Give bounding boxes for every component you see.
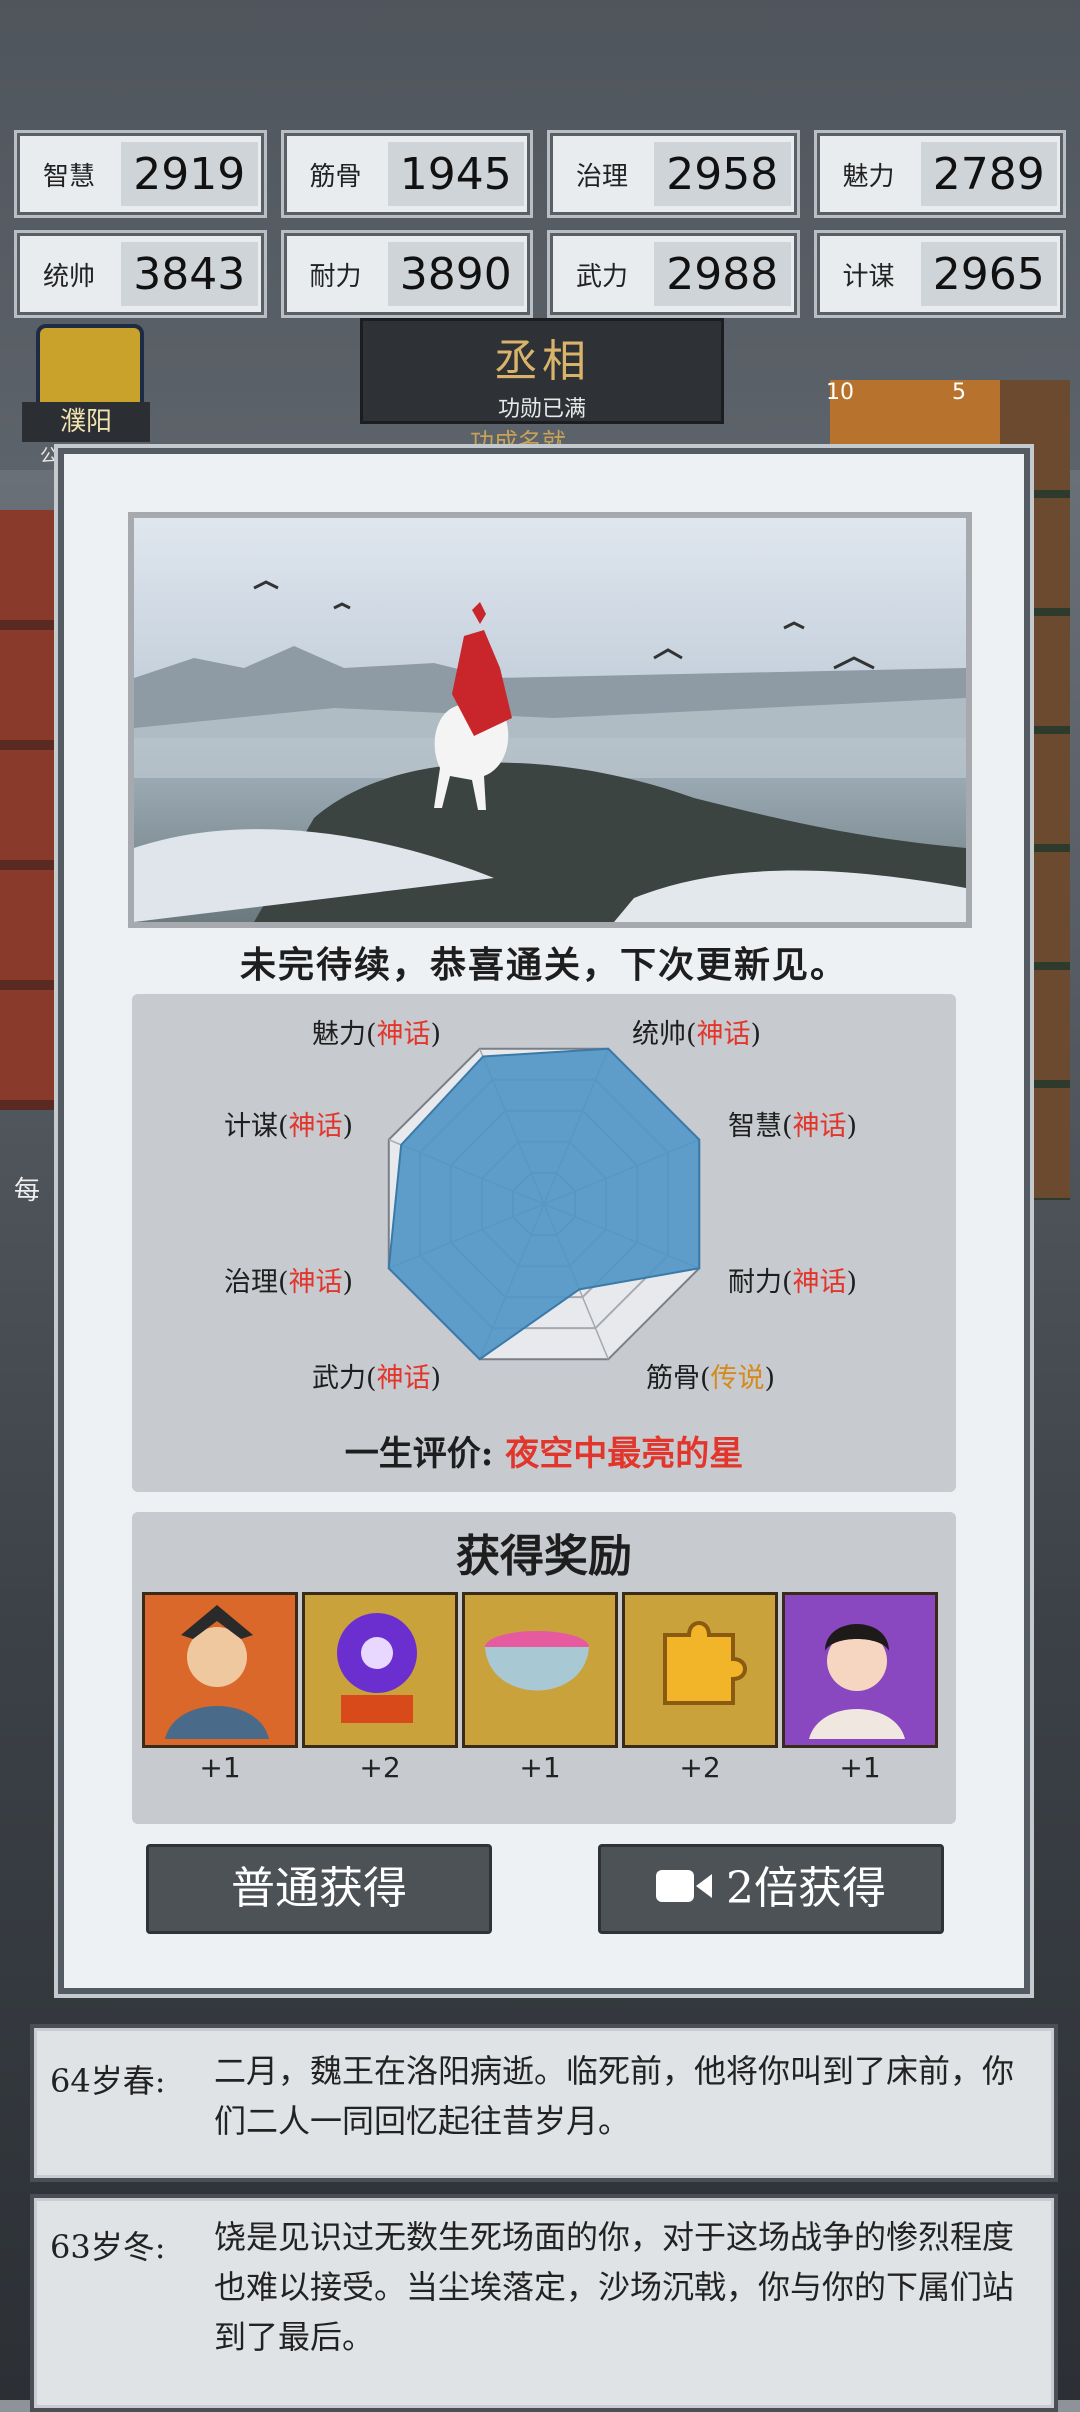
portrait-level: 5	[952, 380, 966, 405]
reward-count: +1	[519, 1751, 561, 1784]
stat-value: 1945	[387, 142, 524, 206]
life-verdict: 一生评价: 夜空中最亮的星	[344, 1434, 744, 1474]
axis-label: 统帅(神话)	[632, 1019, 762, 1050]
rank-title: 丞相	[494, 336, 590, 387]
reward-porcelain-bowl-icon[interactable]: +1	[462, 1592, 618, 1784]
axis-label: 筋骨(传说)	[646, 1363, 776, 1394]
log-age: 63岁冬:	[50, 2228, 166, 2266]
axis-label: 武力(神话)	[312, 1363, 442, 1394]
axis-label: 魅力(神话)	[312, 1019, 442, 1050]
rewards-title: 获得奖励	[456, 1531, 632, 1582]
stat-value: 3843	[121, 242, 258, 306]
reward-puzzle-piece-icon[interactable]: +2	[622, 1592, 778, 1784]
stat-label: 耐力	[309, 261, 362, 292]
stat-label: 统帅	[42, 261, 95, 292]
reward-count: +2	[359, 1751, 401, 1784]
stat-grid: 智慧 2919 筋骨 1945 治理 2958 魅力 2789 统帅 3843 耐力 389…	[14, 130, 1066, 318]
portrait-level: 10	[826, 380, 854, 405]
reward-count: +1	[199, 1751, 241, 1784]
city-name: 濮阳	[22, 402, 150, 442]
log-entry: 64岁春: 二月，魏王在洛阳病逝。临死前，他将你叫到了床前，你们二人一同回忆起往…	[30, 2024, 1058, 2182]
stat-label: 魅力	[842, 161, 895, 192]
stat-value: 2988	[654, 242, 791, 306]
video-camera-icon	[656, 1850, 712, 1934]
rank-subtitle: 功勋已满	[497, 397, 586, 422]
rank-banner: 丞相 功勋已满	[360, 318, 724, 424]
reward-count: +2	[679, 1751, 721, 1784]
city-crest[interactable]: 濮阳 公	[22, 318, 150, 468]
stat-cell: 治理 2958	[547, 130, 800, 218]
stat-value: 2958	[654, 142, 791, 206]
reward-lady-portrait-icon[interactable]: +1	[782, 1592, 938, 1784]
log-age: 64岁春:	[50, 2062, 166, 2100]
stat-label: 计谋	[842, 261, 895, 292]
double-claim-button[interactable]: 2倍获得	[598, 1844, 944, 1934]
stat-cell: 计谋 2965	[813, 230, 1066, 318]
stat-label: 治理	[575, 161, 628, 192]
log-text: 二月，魏王在洛阳病逝。临死前，他将你叫到了床前，你们二人一同回忆起往昔岁月。	[214, 2052, 1015, 2140]
stat-value: 2789	[920, 142, 1057, 206]
stat-cell: 智慧 2919	[14, 130, 267, 218]
normal-claim-button[interactable]: 普通获得	[146, 1844, 492, 1934]
stat-cell: 统帅 3843	[14, 230, 267, 318]
reward-purple-orb-icon[interactable]: +2	[302, 1592, 458, 1784]
axis-label: 耐力(神话)	[728, 1267, 858, 1298]
life-radar-panel: 魅力(神话) 统帅(神话) 智慧(神话) 耐力(神话) 筋骨(传说) 武力(神话…	[132, 994, 956, 1492]
rewards-panel: 获得奖励 +1 +2 +1 +2 +1	[132, 1512, 956, 1824]
left-portrait-column	[0, 510, 60, 1110]
axis-label: 计谋(神话)	[224, 1111, 354, 1142]
stat-value: 3890	[387, 242, 524, 306]
axis-label: 智慧(神话)	[728, 1111, 858, 1142]
log-text: 饶是见识过无数生死场面的你，对于这场战争的惨烈程度也难以接受。当尘埃落定，沙场沉…	[214, 2218, 1015, 2356]
double-claim-label: 2倍获得	[726, 1863, 886, 1914]
stat-cell: 魅力 2789	[813, 130, 1066, 218]
stat-cell: 武力 2988	[547, 230, 800, 318]
reward-warrior-portrait-icon[interactable]: +1	[142, 1592, 298, 1784]
stat-value: 2919	[121, 142, 258, 206]
reward-count: +1	[839, 1751, 881, 1784]
log-entry: 63岁冬: 饶是见识过无数生死场面的你，对于这场战争的惨烈程度也难以接受。当尘埃…	[30, 2194, 1058, 2412]
ending-caption: 未完待续，恭喜通关，下次更新见。	[239, 944, 848, 986]
stat-cell: 筋骨 1945	[280, 130, 533, 218]
stat-value: 2965	[920, 242, 1057, 306]
stat-cell: 耐力 3890	[280, 230, 533, 318]
left-side-text: 每	[14, 1176, 41, 1206]
crest-sub: 公	[40, 446, 58, 467]
stat-label: 智慧	[42, 161, 95, 192]
axis-label: 治理(神话)	[224, 1267, 354, 1298]
ending-scene-image	[128, 512, 972, 928]
ending-modal: 未完待续，恭喜通关，下次更新见。 魅力(神话) 统帅(神话) 智慧(神话) 耐力…	[58, 448, 1030, 1994]
radar-chart	[387, 1047, 701, 1361]
stat-label: 武力	[575, 261, 628, 292]
stat-label: 筋骨	[309, 161, 362, 192]
